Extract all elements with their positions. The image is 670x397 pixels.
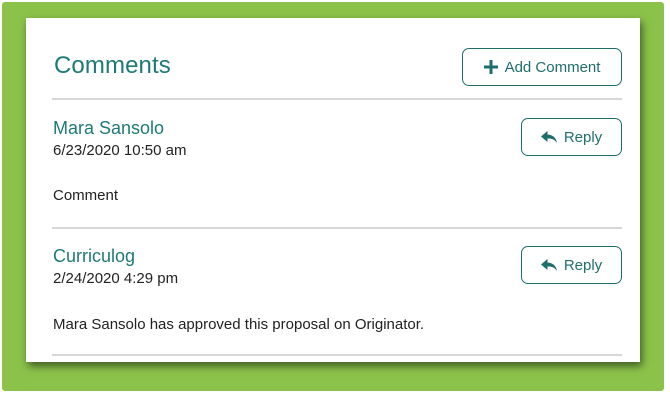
comment-date: 6/23/2020 10:50 am xyxy=(53,142,187,159)
comment-author: Mara Sansolo xyxy=(53,118,165,138)
comment-item: Mara Sansolo 6/23/2020 10:50 am Reply Co… xyxy=(52,118,622,228)
reply-label: Reply xyxy=(563,256,603,274)
divider xyxy=(52,227,622,229)
comments-panel: Comments Add Comment Mara Sansolo 6/23/2… xyxy=(26,18,640,362)
plus-icon xyxy=(483,60,498,74)
reply-label: Reply xyxy=(563,128,603,146)
reply-arrow-icon xyxy=(540,130,557,144)
divider xyxy=(52,98,622,100)
add-comment-label: Add Comment xyxy=(504,58,601,76)
comment-body: Comment xyxy=(53,187,119,204)
comment-date: 2/24/2020 4:29 pm xyxy=(53,270,179,287)
add-comment-button[interactable]: Add Comment xyxy=(462,48,622,86)
comment-item: Curriculog 2/24/2020 4:29 pm Reply Mara … xyxy=(52,246,622,346)
reply-arrow-icon xyxy=(540,258,557,272)
comments-header: Comments Add Comment xyxy=(52,48,622,88)
reply-button[interactable]: Reply xyxy=(521,118,622,156)
comment-author: Curriculog xyxy=(53,246,136,266)
comment-body: Mara Sansolo has approved this proposal … xyxy=(53,316,425,333)
comments-title: Comments xyxy=(54,52,171,79)
reply-button[interactable]: Reply xyxy=(521,246,622,284)
divider xyxy=(52,354,622,356)
